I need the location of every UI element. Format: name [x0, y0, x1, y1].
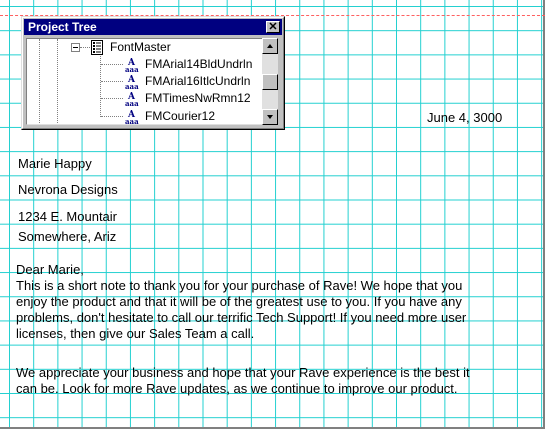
- tree-connector-line: [80, 47, 90, 48]
- letter-paragraph-1[interactable]: This is a short note to thank you for yo…: [16, 278, 516, 342]
- collapse-toggle-icon[interactable]: [71, 43, 80, 52]
- arrow-down-icon: [267, 115, 273, 119]
- recipient-company[interactable]: Nevrona Designs: [18, 182, 118, 198]
- svg-text:aaa: aaa: [125, 65, 139, 73]
- close-button[interactable]: ✕: [266, 21, 280, 33]
- report-icon: [91, 40, 103, 55]
- tree-node-label: FMArial16ItlcUndrln: [145, 74, 251, 88]
- letter-salutation[interactable]: Dear Marie,: [16, 262, 84, 278]
- tree-connector-line: [101, 98, 123, 99]
- window-titlebar[interactable]: Project Tree ✕: [24, 19, 282, 35]
- font-icon: A aaa: [125, 92, 139, 107]
- scroll-down-button[interactable]: [262, 109, 278, 125]
- arrow-up-icon: [267, 44, 273, 48]
- recipient-address-line1[interactable]: 1234 E. Mountair: [18, 209, 122, 225]
- tree-node-label: FMCourier12: [145, 109, 216, 123]
- report-page-canvas[interactable]: June 4, 3000 Marie Happy Nevrona Designs…: [0, 0, 545, 429]
- project-tree-view[interactable]: FontMaster A aaa FMArial14BldUndrln A aa…: [26, 38, 262, 125]
- font-icon: A aaa: [125, 110, 139, 125]
- tree-node-label: FontMaster: [110, 40, 171, 54]
- recipient-address-line2[interactable]: Somewhere, Ariz: [18, 229, 122, 245]
- tree-connector-line: [101, 81, 123, 82]
- tree-node-label: FMTimesNwRmn12: [145, 91, 251, 105]
- font-icon: A aaa: [125, 75, 139, 90]
- recipient-name[interactable]: Marie Happy: [18, 156, 92, 172]
- tree-connector-line: [101, 116, 123, 117]
- tree-connector-line: [57, 39, 58, 124]
- svg-text:aaa: aaa: [125, 99, 139, 107]
- tree-connector-line: [101, 64, 123, 65]
- letter-date[interactable]: June 4, 3000: [427, 110, 502, 126]
- vertical-scrollbar[interactable]: [262, 38, 278, 125]
- svg-text:aaa: aaa: [125, 82, 139, 90]
- tree-node-label: FMArial14BldUndrln: [145, 57, 253, 71]
- svg-text:aaa: aaa: [125, 117, 139, 125]
- tree-connector-line: [39, 39, 40, 124]
- window-title: Project Tree: [28, 20, 97, 34]
- letter-paragraph-2[interactable]: We appreciate your business and hope tha…: [16, 365, 516, 397]
- project-tree-window[interactable]: Project Tree ✕ FontMaster A aaa FMArial1…: [21, 16, 285, 130]
- tree-connector-line: [100, 53, 101, 117]
- scroll-up-button[interactable]: [262, 38, 278, 54]
- scroll-thumb[interactable]: [262, 74, 278, 90]
- font-icon: A aaa: [125, 58, 139, 73]
